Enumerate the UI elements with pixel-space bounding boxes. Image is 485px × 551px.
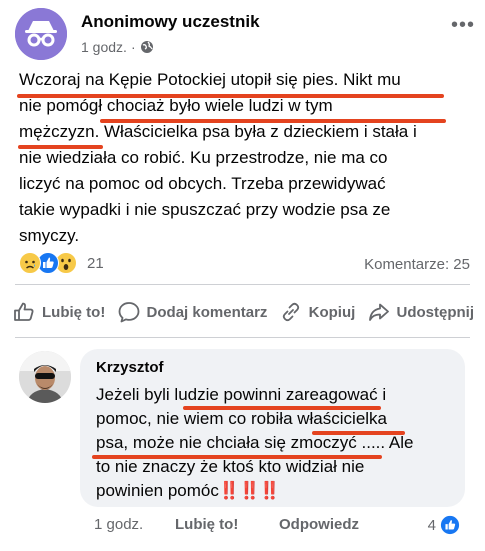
like-label: Lubię to! bbox=[42, 303, 106, 321]
post-text-line: Wczoraj na Kępie Potockiej utopił się pi… bbox=[19, 70, 401, 89]
copy-label: Kopiuj bbox=[308, 303, 356, 321]
comment-text-line: powinien pomóc bbox=[96, 481, 219, 500]
share-button[interactable]: Udostępnij bbox=[363, 298, 479, 326]
profile-photo-icon bbox=[19, 351, 71, 403]
globe-icon bbox=[140, 41, 153, 53]
post-author[interactable]: Anonimowy uczestnik bbox=[81, 12, 260, 32]
like-button[interactable]: Lubię to! bbox=[8, 298, 109, 326]
comment-text: Jeżeli byli ludzie powinni zareagować i … bbox=[96, 383, 456, 503]
divider bbox=[15, 337, 470, 338]
reaction-count: 21 bbox=[87, 254, 104, 272]
post-action-bar: Lubię to! Dodaj komentarz Kopiuj Udostęp… bbox=[8, 298, 478, 326]
post-text-line: mężczyzn. Właścicielka psa była z dzieck… bbox=[19, 122, 417, 141]
comment-reactions[interactable]: 4 bbox=[428, 515, 460, 535]
commenter-name[interactable]: Krzysztof bbox=[96, 359, 164, 376]
comment-bubble: Krzysztof Jeżeli byli ludzie powinni zar… bbox=[80, 349, 465, 507]
comment-text-line: pomoc, nie wiem co robiła właścicielka bbox=[96, 409, 388, 428]
sad-reaction-icon bbox=[19, 252, 41, 274]
comment-text-line: Jeżeli byli ludzie powinni zareagować i bbox=[96, 385, 387, 404]
anonymous-avatar[interactable] bbox=[15, 8, 67, 60]
highlight-underline bbox=[92, 455, 382, 459]
comment-time[interactable]: 1 godz. bbox=[94, 516, 143, 533]
reactions-summary[interactable]: 21 bbox=[19, 252, 104, 274]
double-exclamation-emoji: ‼️‼️‼️ bbox=[218, 481, 281, 500]
post-text-line: liczyć na pomoc od obcych. Trzeba przewi… bbox=[19, 174, 386, 193]
link-icon bbox=[282, 302, 299, 322]
comment-button[interactable]: Dodaj komentarz bbox=[113, 298, 272, 326]
like-reaction-icon bbox=[440, 515, 460, 535]
share-label: Udostępnij bbox=[396, 303, 475, 321]
comment-reply-button[interactable]: Odpowiedz bbox=[279, 516, 359, 533]
comments-count-link[interactable]: Komentarze: 25 bbox=[364, 256, 470, 273]
post-text-line: nie pomógł chociaż było wiele ludzi w ty… bbox=[19, 96, 333, 115]
comment-like-count: 4 bbox=[427, 516, 436, 534]
comment-text-line: psa, może nie chciała się zmoczyć ..... … bbox=[96, 433, 414, 452]
post-text-line: takie wypadki i nie spuszczać przy wodzi… bbox=[19, 200, 391, 219]
highlight-underline bbox=[312, 431, 405, 435]
highlight-underline bbox=[17, 94, 444, 98]
reaction-icons bbox=[19, 252, 81, 274]
comment-text-line: to nie znaczy że ktoś kto widział nie bbox=[96, 457, 365, 476]
post-text-line: nie wiedziała co robić. Ku przestrodze, … bbox=[19, 148, 388, 167]
comment-like-button[interactable]: Lubię to! bbox=[175, 516, 238, 533]
post-text-line: smyczy. bbox=[19, 226, 80, 245]
divider bbox=[15, 284, 470, 285]
incognito-icon bbox=[15, 8, 67, 60]
highlight-underline bbox=[18, 145, 103, 149]
commenter-avatar[interactable] bbox=[19, 351, 71, 403]
comment-label: Dodaj komentarz bbox=[146, 303, 268, 321]
more-options-button[interactable]: ••• bbox=[451, 14, 475, 37]
comment-icon bbox=[118, 302, 139, 323]
highlight-underline bbox=[183, 406, 381, 410]
post-meta: 1 godz. · bbox=[81, 39, 154, 55]
thumbs-up-icon bbox=[14, 302, 34, 321]
highlight-underline bbox=[100, 119, 446, 123]
share-arrow-icon bbox=[368, 303, 389, 321]
copy-button[interactable]: Kopiuj bbox=[275, 298, 360, 326]
post-header: Anonimowy uczestnik 1 godz. · ••• bbox=[15, 8, 475, 64]
post-time[interactable]: 1 godz. bbox=[81, 39, 127, 55]
